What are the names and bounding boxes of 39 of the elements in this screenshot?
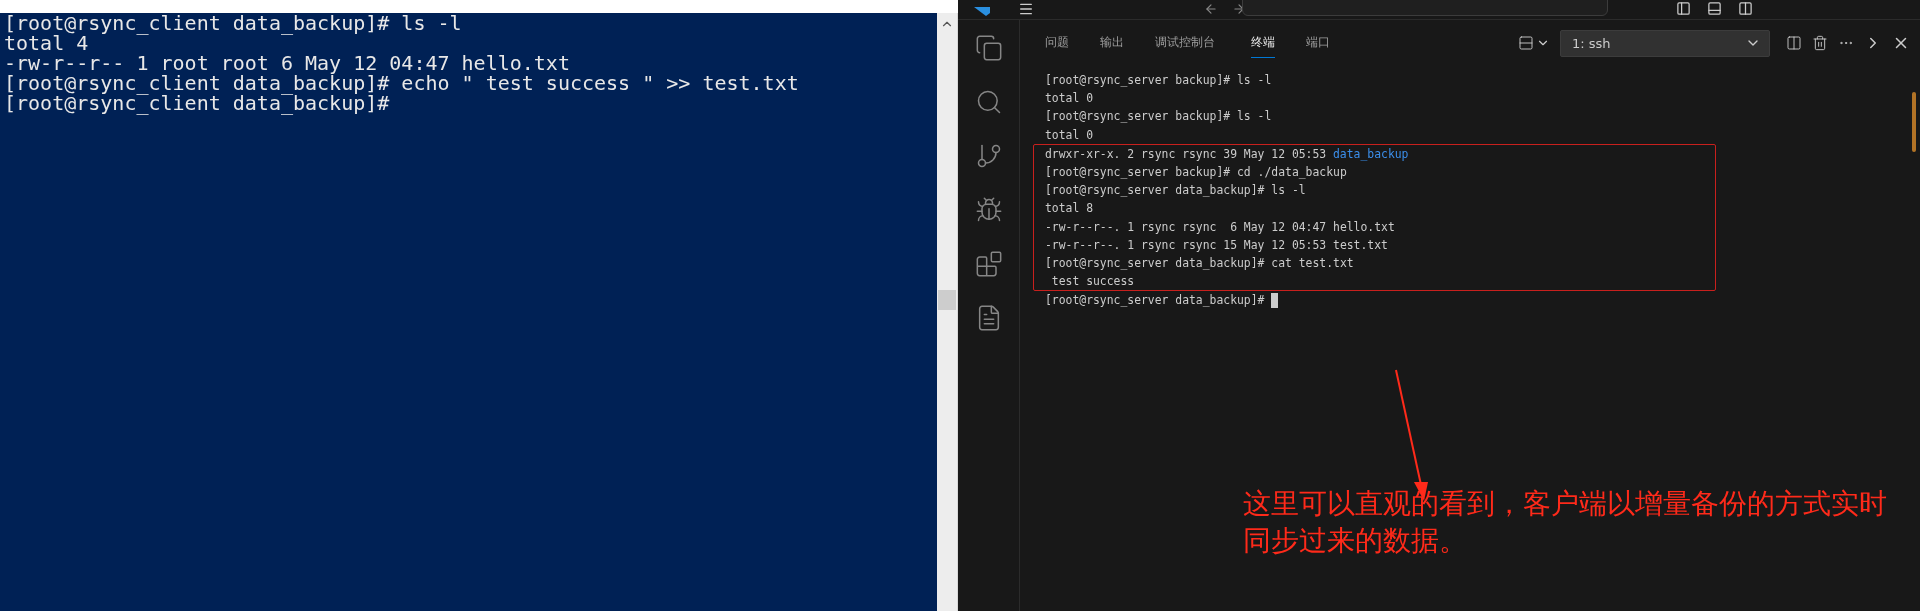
trash-icon[interactable]	[1812, 35, 1828, 51]
scroll-thumb[interactable]	[1912, 92, 1916, 152]
terminal-line: drwxr-xr-x. 2 rsync rsync 39 May 12 05:53	[1045, 145, 1327, 163]
terminal-line: [root@rsync_server data_backup]# cat test.txt	[1045, 255, 1354, 273]
panel-toggle-icon[interactable]	[1707, 1, 1722, 16]
terminal-line: -rw-r--r--. 1 rsync rsync 15 May 12 05:53 test.txt	[1045, 236, 1388, 254]
scrollbar[interactable]	[937, 13, 958, 611]
terminal-line: test success	[1050, 273, 1135, 291]
layout-icon[interactable]	[1518, 35, 1534, 51]
directory-name: data_backup	[1333, 145, 1409, 163]
menu-icon[interactable]	[1018, 1, 1034, 17]
terminal-line: total 0	[1045, 126, 1093, 144]
scroll-thumb[interactable]	[938, 290, 956, 310]
app-logo-icon	[972, 7, 990, 19]
panel-tab[interactable]: 问题	[1045, 28, 1069, 58]
panel-tab[interactable]: 输出	[1100, 28, 1124, 58]
terminal-line: [root@rsync_server backup]# ls -l	[1045, 108, 1272, 126]
terminal-line: -rw-r--r--. 1 rsync rsync 6 May 12 04:47 hello.txt	[1045, 218, 1395, 236]
terminal-line: [root@rsync_server data_backup]# ls -l	[1045, 182, 1306, 200]
extensions-icon[interactable]	[974, 250, 1003, 278]
terminal-line: total 8	[1045, 200, 1093, 218]
panel-tab[interactable]: 调试控制台	[1155, 28, 1215, 58]
terminal-line: -rw-r--r-- 1 root root 6 May 12 04:47 hello.txt	[4, 53, 571, 73]
panel-tab[interactable]: 终端	[1251, 28, 1275, 58]
panel-tab[interactable]: 端口	[1306, 28, 1330, 58]
annotation-text: 这里可以直观的看到，客户端以增量备份的方式实时 同步过来的数据。	[1243, 486, 1887, 559]
terminal-line: [root@rsync_client data_backup]# echo " test success " >> test.txt	[4, 73, 800, 93]
terminal-line: [root@rsync_server backup]# cd ./data_backup	[1045, 164, 1347, 181]
sidebar-toggle-icon[interactable]	[1676, 1, 1691, 16]
terminal-select[interactable]: 1: ssh	[1560, 29, 1770, 57]
bug-icon[interactable]	[974, 196, 1003, 224]
split-icon[interactable]	[1786, 35, 1802, 51]
terminal-line: [root@rsync_client data_backup]# ls -l	[4, 13, 463, 33]
terminal-line: total 4	[4, 33, 89, 53]
terminal-line: [root@rsync_server data_backup]#	[1045, 292, 1265, 310]
layout-icon[interactable]	[1738, 1, 1753, 16]
terminal-line: [root@rsync_server backup]# ls -l	[1045, 72, 1272, 89]
files-icon[interactable]	[974, 34, 1003, 62]
terminal-line: total 0	[1045, 90, 1093, 108]
